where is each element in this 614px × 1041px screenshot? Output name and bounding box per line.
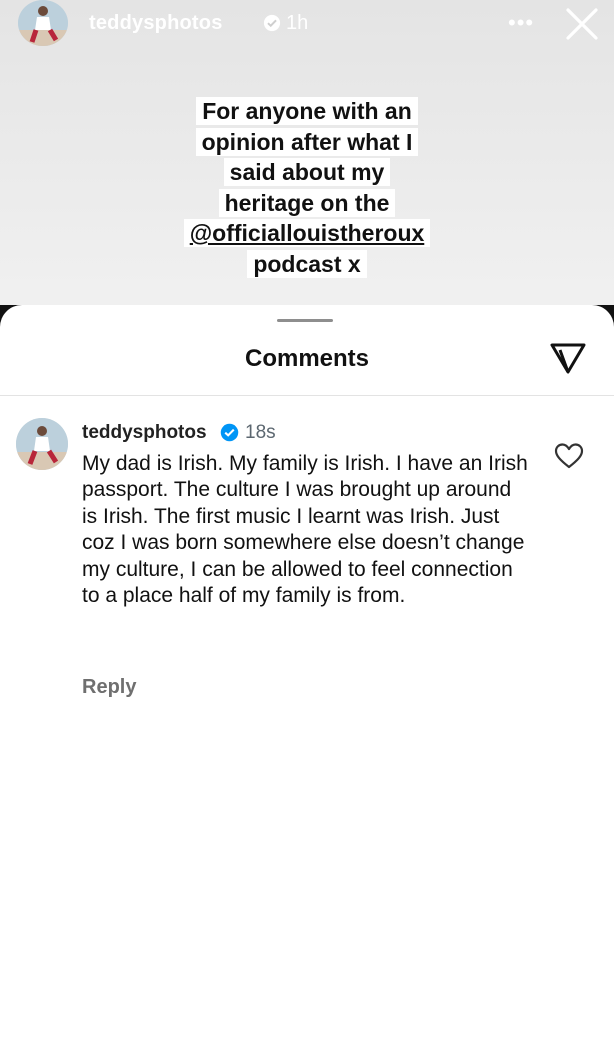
heart-icon[interactable]: [554, 442, 584, 470]
comment-text: My dad is Irish. My family is Irish. I h…: [82, 452, 528, 608]
close-icon[interactable]: [564, 6, 600, 42]
comment-avatar[interactable]: [16, 418, 68, 470]
caption-line: opinion after what I: [195, 127, 419, 156]
caption-line: For anyone with an: [196, 97, 418, 125]
story-username[interactable]: teddysphotos: [89, 12, 223, 35]
story-background: teddysphotos 1h ••• For anyone with an o…: [0, 0, 614, 318]
reply-button[interactable]: Reply: [82, 676, 136, 699]
story-timestamp: 1h: [286, 12, 309, 34]
comment-username[interactable]: teddysphotos: [82, 422, 207, 444]
header-divider: [0, 395, 614, 396]
verified-badge-icon: [220, 423, 239, 442]
send-icon[interactable]: [548, 341, 588, 375]
caption-line: said about my: [223, 158, 391, 186]
more-options-icon[interactable]: •••: [508, 10, 534, 36]
comment-timestamp: 18s: [245, 422, 276, 443]
comments-title: Comments: [244, 345, 370, 372]
sheet-drag-handle[interactable]: [277, 319, 333, 322]
caption-mention-link[interactable]: @officiallouistheroux: [183, 219, 431, 247]
story-header: teddysphotos 1h •••: [18, 0, 614, 48]
caption-line: heritage on the: [218, 188, 396, 217]
story-avatar[interactable]: [18, 0, 68, 46]
story-caption: For anyone with an opinion after what I …: [120, 96, 494, 279]
comments-sheet: Comments: [0, 305, 614, 1041]
caption-line: podcast x: [247, 249, 367, 278]
verified-badge-icon: [263, 14, 281, 32]
